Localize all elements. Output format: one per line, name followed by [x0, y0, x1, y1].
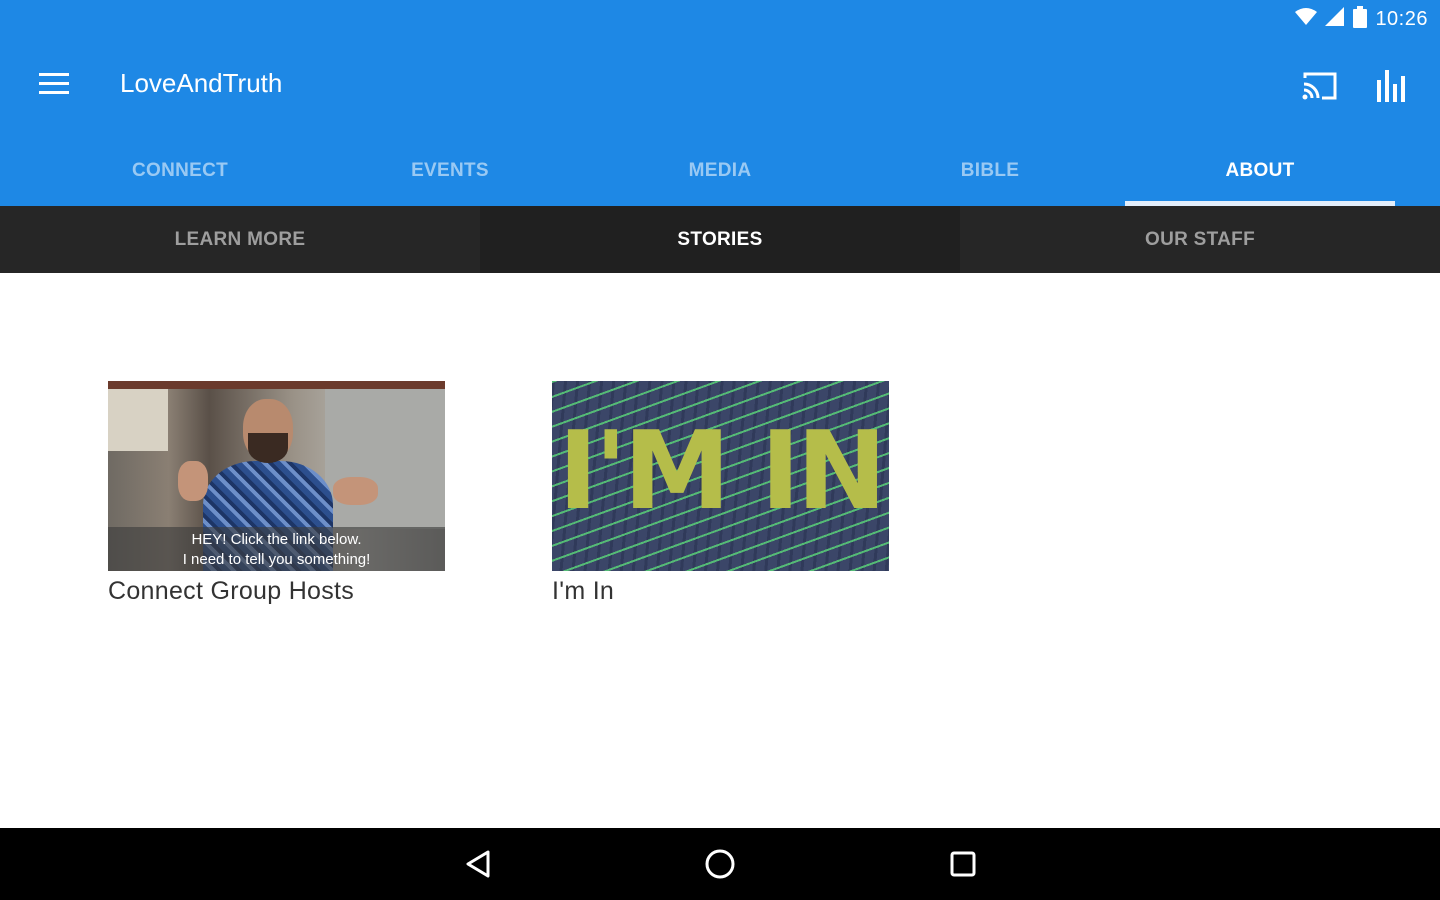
- wifi-icon: [1295, 7, 1318, 32]
- status-time: 10:26: [1375, 8, 1428, 30]
- story-thumbnail[interactable]: HEY! Click the link below. I need to tel…: [108, 381, 445, 571]
- app-title: LoveAndTruth: [120, 68, 283, 98]
- toolbar: LoveAndTruth: [0, 40, 1440, 130]
- main-tabs: CONNECT EVENTS MEDIA BIBLE ABOUT: [45, 136, 1395, 206]
- thumb-person-hand-left: [178, 461, 208, 501]
- battery-icon: [1353, 6, 1368, 33]
- subtab-learn-more[interactable]: LEARN MORE: [0, 206, 480, 273]
- tab-media[interactable]: MEDIA: [585, 136, 855, 206]
- tab-events[interactable]: EVENTS: [315, 136, 585, 206]
- hamburger-menu-icon[interactable]: [30, 64, 78, 104]
- thumb-person-beard: [248, 433, 288, 463]
- tab-bible[interactable]: BIBLE: [855, 136, 1125, 206]
- thumb-awning: [108, 381, 445, 389]
- thumbnail-caption: HEY! Click the link below. I need to tel…: [108, 527, 445, 571]
- subtab-our-staff[interactable]: OUR STAFF: [960, 206, 1440, 273]
- tab-about[interactable]: ABOUT: [1125, 136, 1395, 206]
- subtab-stories[interactable]: STORIES: [480, 206, 960, 273]
- cell-signal-icon: [1325, 7, 1345, 32]
- back-icon[interactable]: [458, 844, 498, 884]
- story-thumbnail[interactable]: I'M IN: [552, 381, 889, 571]
- caption-line-1: HEY! Click the link below.: [191, 531, 362, 548]
- thumbnail-overlay-text: I'M IN: [558, 409, 887, 534]
- bar-chart-icon[interactable]: [1368, 64, 1416, 108]
- app-bar: 10:26 LoveAndTruth CONNECT EVENTS MEDIA …: [0, 0, 1440, 206]
- story-title[interactable]: I'm In: [552, 577, 889, 606]
- story-card[interactable]: HEY! Click the link below. I need to tel…: [108, 381, 445, 606]
- thumb-wall: [325, 389, 445, 529]
- sub-tabs: LEARN MORE STORIES OUR STAFF: [0, 206, 1440, 273]
- cast-icon[interactable]: [1296, 64, 1344, 108]
- thumb-sky: [108, 381, 168, 451]
- caption-line-2: I need to tell you something!: [182, 551, 371, 568]
- recents-icon[interactable]: [943, 844, 983, 884]
- system-nav-bar: [0, 828, 1440, 900]
- thumb-person-hand-right: [333, 477, 378, 505]
- tab-connect[interactable]: CONNECT: [45, 136, 315, 206]
- stories-content: HEY! Click the link below. I need to tel…: [0, 273, 1440, 828]
- story-card[interactable]: I'M IN I'm In: [552, 381, 889, 606]
- story-title[interactable]: Connect Group Hosts: [108, 577, 445, 606]
- status-right: 10:26: [1295, 6, 1428, 33]
- status-bar: 10:26: [0, 0, 1440, 40]
- home-icon[interactable]: [700, 844, 740, 884]
